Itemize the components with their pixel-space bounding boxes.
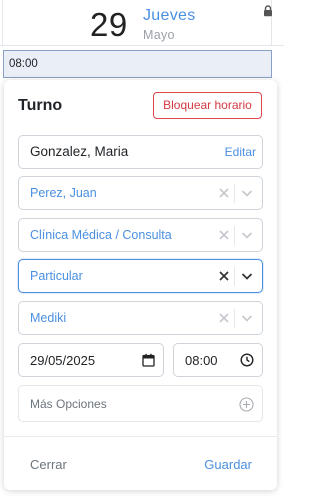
day-name: Jueves: [143, 7, 196, 24]
day-header: 29 Jueves Mayo: [0, 0, 284, 46]
select-divider: [234, 226, 235, 245]
appointment-popup: Turno Bloquear horario Gonzalez, Maria E…: [4, 80, 277, 490]
insurer-value: Mediki: [30, 311, 67, 325]
specialty-value: Clínica Médica / Consulta: [30, 228, 172, 242]
date-input[interactable]: 29/05/2025: [18, 343, 164, 377]
patient-name: Gonzalez, Maria: [30, 144, 129, 159]
time-value: 08:00: [185, 353, 218, 368]
professional-value: Perez, Juan: [30, 186, 97, 200]
professional-select[interactable]: Perez, Juan: [18, 176, 263, 210]
select-divider: [234, 309, 235, 328]
block-schedule-button[interactable]: Bloquear horario: [153, 92, 262, 119]
chevron-down-icon[interactable]: [241, 230, 253, 240]
patient-field[interactable]: Gonzalez, Maria Editar: [18, 135, 263, 169]
close-icon[interactable]: [218, 312, 230, 324]
clock-icon[interactable]: [240, 353, 254, 367]
more-options[interactable]: Más Opciones: [18, 385, 263, 422]
select-divider: [234, 184, 235, 203]
date-value: 29/05/2025: [30, 353, 96, 368]
more-options-label: Más Opciones: [30, 397, 107, 411]
month-name: Mayo: [143, 28, 175, 42]
coverage-type-value: Particular: [30, 269, 83, 283]
popup-footer: Cerrar Guardar: [4, 436, 277, 490]
lock-icon[interactable]: [262, 5, 274, 17]
close-icon[interactable]: [218, 229, 230, 241]
time-slot-label: 08:00: [9, 58, 38, 70]
save-button[interactable]: Guardar: [204, 457, 252, 472]
select-divider: [234, 267, 235, 286]
calendar-icon[interactable]: [142, 353, 155, 367]
day-number: 29: [90, 6, 128, 43]
close-icon[interactable]: [218, 270, 230, 282]
specialty-select[interactable]: Clínica Médica / Consulta: [18, 218, 263, 252]
edit-patient-link[interactable]: Editar: [225, 145, 256, 159]
grid-line: [2, 0, 3, 45]
close-button[interactable]: Cerrar: [30, 457, 67, 472]
insurer-select[interactable]: Mediki: [18, 301, 263, 335]
chevron-down-icon[interactable]: [241, 188, 253, 198]
popup-title: Turno: [18, 97, 63, 114]
time-input[interactable]: 08:00: [173, 343, 263, 377]
chevron-down-icon[interactable]: [241, 313, 253, 323]
time-slot-selected[interactable]: 08:00: [3, 50, 272, 78]
coverage-type-select[interactable]: Particular: [18, 259, 263, 293]
chevron-down-icon[interactable]: [241, 271, 253, 281]
close-icon[interactable]: [218, 187, 230, 199]
plus-circle-icon[interactable]: [239, 397, 254, 412]
